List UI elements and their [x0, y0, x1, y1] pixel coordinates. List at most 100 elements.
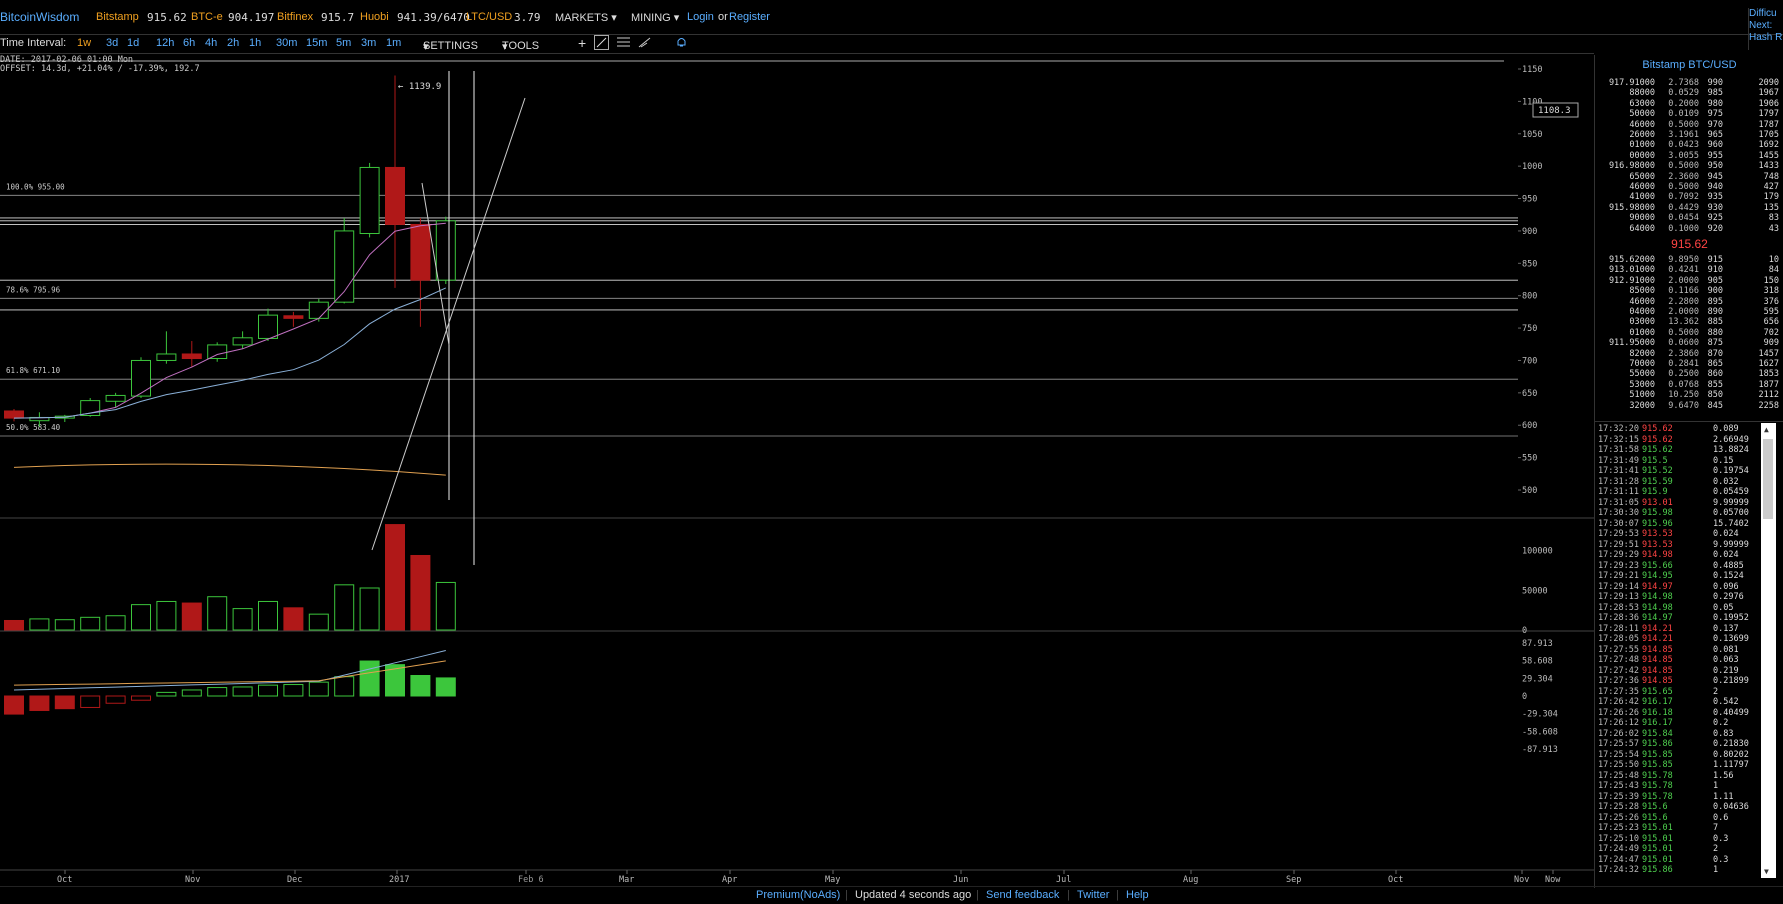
sum-cell: 179	[1763, 192, 1779, 203]
orderbook-row[interactable]: 911.95000 0.0600 875 909	[1595, 338, 1783, 348]
ticker-btce-label[interactable]: BTC-e	[191, 11, 223, 23]
orderbook-row[interactable]: 64000 0.1000 920 43	[1595, 224, 1783, 234]
interval-1h[interactable]: 1h	[249, 37, 261, 49]
interval-15m[interactable]: 15m	[306, 37, 327, 49]
login-or-text: or	[718, 11, 728, 23]
orderbook-row[interactable]: 85000 0.1166 900 318	[1595, 286, 1783, 296]
trade-price: 915.6	[1642, 812, 1668, 823]
orderbook-row[interactable]: 82000 2.3860 870 1457	[1595, 349, 1783, 359]
orderbook-row[interactable]: 04000 2.0000 890 595	[1595, 307, 1783, 317]
orderbook-row[interactable]: 53000 0.0768 855 1877	[1595, 380, 1783, 390]
amount-cell: 10.250	[1668, 390, 1699, 401]
orderbook-row[interactable]: 917.91000 2.7368 990 2090	[1595, 78, 1783, 88]
sum-cell: 10	[1768, 255, 1779, 265]
interval-2h[interactable]: 2h	[227, 37, 239, 49]
orderbook-row[interactable]: 03000 13.362 885 656	[1595, 317, 1783, 327]
orderbook-row[interactable]: 46000 2.2800 895 376	[1595, 297, 1783, 307]
orderbook-row[interactable]: 46000 0.5000 940 427	[1595, 182, 1783, 192]
interval-1m[interactable]: 1m	[386, 37, 401, 49]
line-icon[interactable]	[594, 35, 609, 50]
interval-6h[interactable]: 6h	[183, 37, 195, 49]
orderbook-row[interactable]: 41000 0.7092 935 179	[1595, 192, 1783, 202]
sum-cell: 1906	[1758, 98, 1779, 109]
price-chart[interactable]: 100.0% 955.00 78.6% 795.96 61.8% 671.10 50.…	[0, 55, 1594, 886]
interval-5m[interactable]: 5m	[336, 37, 351, 49]
orderbook-row[interactable]: 00000 3.0055 955 1455	[1595, 151, 1783, 161]
orderbook-row[interactable]: 46000 0.5000 970 1787	[1595, 120, 1783, 130]
orderbook-row[interactable]: 01000 0.5000 880 702	[1595, 328, 1783, 338]
orderbook-row[interactable]: 915.98000 0.4429 930 135	[1595, 203, 1783, 213]
sum-cell: 83	[1768, 213, 1779, 224]
ticker-huobi-label[interactable]: Huobi	[360, 11, 389, 23]
price-tick-label: 1000	[1522, 162, 1542, 172]
orderbook-row[interactable]: 913.01000 0.4241 910 84	[1595, 265, 1783, 275]
login-link[interactable]: Login	[687, 11, 714, 23]
orderbook-row[interactable]: 26000 3.1961 965 1705	[1595, 130, 1783, 140]
scroll-down-icon[interactable]: ▼	[1764, 867, 1769, 876]
scrollbar-thumb[interactable]	[1763, 439, 1773, 519]
macd-hist-bar	[181, 689, 202, 697]
help-link[interactable]: Help	[1126, 889, 1149, 901]
register-link[interactable]: Register	[729, 11, 770, 23]
sum-cell: 1853	[1758, 369, 1779, 380]
orderbook-row[interactable]: 32000 9.6470 845 2258	[1595, 401, 1783, 411]
level-cell: 955	[1707, 150, 1723, 161]
orderbook-row[interactable]: 55000 0.2500 860 1853	[1595, 369, 1783, 379]
trade-row: 17:26:42 916.17 0.542	[1595, 697, 1767, 708]
orderbook-row[interactable]: 90000 0.0454 925 83	[1595, 213, 1783, 223]
level-cell: 945	[1707, 171, 1723, 182]
fib-label: 50.0% 583.40	[6, 423, 61, 432]
pencil-icon[interactable]	[638, 36, 651, 51]
interval-30m[interactable]: 30m	[276, 37, 297, 49]
orderbook-row[interactable]: 65000 2.3600 945 748	[1595, 172, 1783, 182]
difficulty-panel: Difficu Next: Hash R	[1748, 8, 1783, 50]
trade-amount: 0.15	[1713, 455, 1734, 466]
price-cell: 53000	[1629, 379, 1655, 390]
orderbook-row[interactable]: 63000 0.2000 980 1906	[1595, 99, 1783, 109]
orderbook-row[interactable]: 01000 0.0423 960 1692	[1595, 140, 1783, 150]
trade-amount: 0.063	[1713, 655, 1739, 665]
interval-1d[interactable]: 1d	[127, 37, 139, 49]
volume-bar	[207, 596, 228, 631]
interval-12h[interactable]: 12h	[156, 37, 174, 49]
twitter-link[interactable]: Twitter	[1077, 889, 1109, 901]
feedback-link[interactable]: Send feedback	[986, 889, 1059, 901]
brand-logo[interactable]: BitcoinWisdom	[0, 10, 79, 24]
orderbook-row[interactable]: 88000 0.0529 985 1967	[1595, 88, 1783, 98]
orderbook-row[interactable]: 912.91000 2.0000 905 150	[1595, 276, 1783, 286]
crosshair-icon[interactable]: +	[578, 35, 586, 51]
interval-1w[interactable]: 1w	[77, 37, 91, 49]
amount-cell: 0.5000	[1668, 182, 1699, 192]
scroll-up-icon[interactable]: ▲	[1764, 425, 1769, 434]
trade-amount: 0.3	[1713, 833, 1729, 844]
fib-icon[interactable]	[617, 36, 630, 51]
macd-hist-bar	[80, 695, 101, 708]
ticker-bitstamp-label[interactable]: Bitstamp	[96, 11, 139, 23]
markets-menu[interactable]: MARKETS ▾	[555, 11, 617, 24]
trade-row: 17:25:23 915.01 7	[1595, 823, 1767, 834]
mining-menu-label: MINING	[631, 12, 671, 24]
ticker-ltc-label[interactable]: LTC/USD	[466, 11, 512, 23]
orderbook-row[interactable]: 51000 10.250 850 2112	[1595, 390, 1783, 400]
orderbook-row[interactable]: 916.98000 0.5000 950 1433	[1595, 161, 1783, 171]
sum-cell: 1797	[1758, 109, 1779, 120]
trade-price: 915.86	[1642, 865, 1673, 875]
trade-row: 17:25:43 915.78 1	[1595, 781, 1767, 792]
macd-hist-bar	[207, 687, 228, 697]
mining-menu[interactable]: MINING ▾	[631, 11, 679, 24]
trade-time: 17:29:29	[1598, 550, 1639, 560]
trade-amount: 0.089	[1713, 424, 1739, 434]
amount-cell: 0.2000	[1668, 98, 1699, 109]
trade-row: 17:30:30 915.98 0.05700	[1595, 508, 1767, 519]
interval-4h[interactable]: 4h	[205, 37, 217, 49]
orderbook-row[interactable]: 915.62000 9.8950 915 10	[1595, 255, 1783, 265]
orderbook-row[interactable]: 50000 0.0109 975 1797	[1595, 109, 1783, 119]
trade-scrollbar[interactable]: ▲ ▼	[1761, 423, 1776, 878]
volume-bar	[435, 581, 456, 631]
orderbook-row[interactable]: 70000 0.2841 865 1627	[1595, 359, 1783, 369]
interval-3d[interactable]: 3d	[106, 37, 118, 49]
bell-icon[interactable]	[676, 36, 687, 51]
premium-link[interactable]: Premium(NoAds)	[756, 889, 840, 901]
ticker-bitfinex-label[interactable]: Bitfinex	[277, 11, 313, 23]
interval-3m[interactable]: 3m	[361, 37, 376, 49]
